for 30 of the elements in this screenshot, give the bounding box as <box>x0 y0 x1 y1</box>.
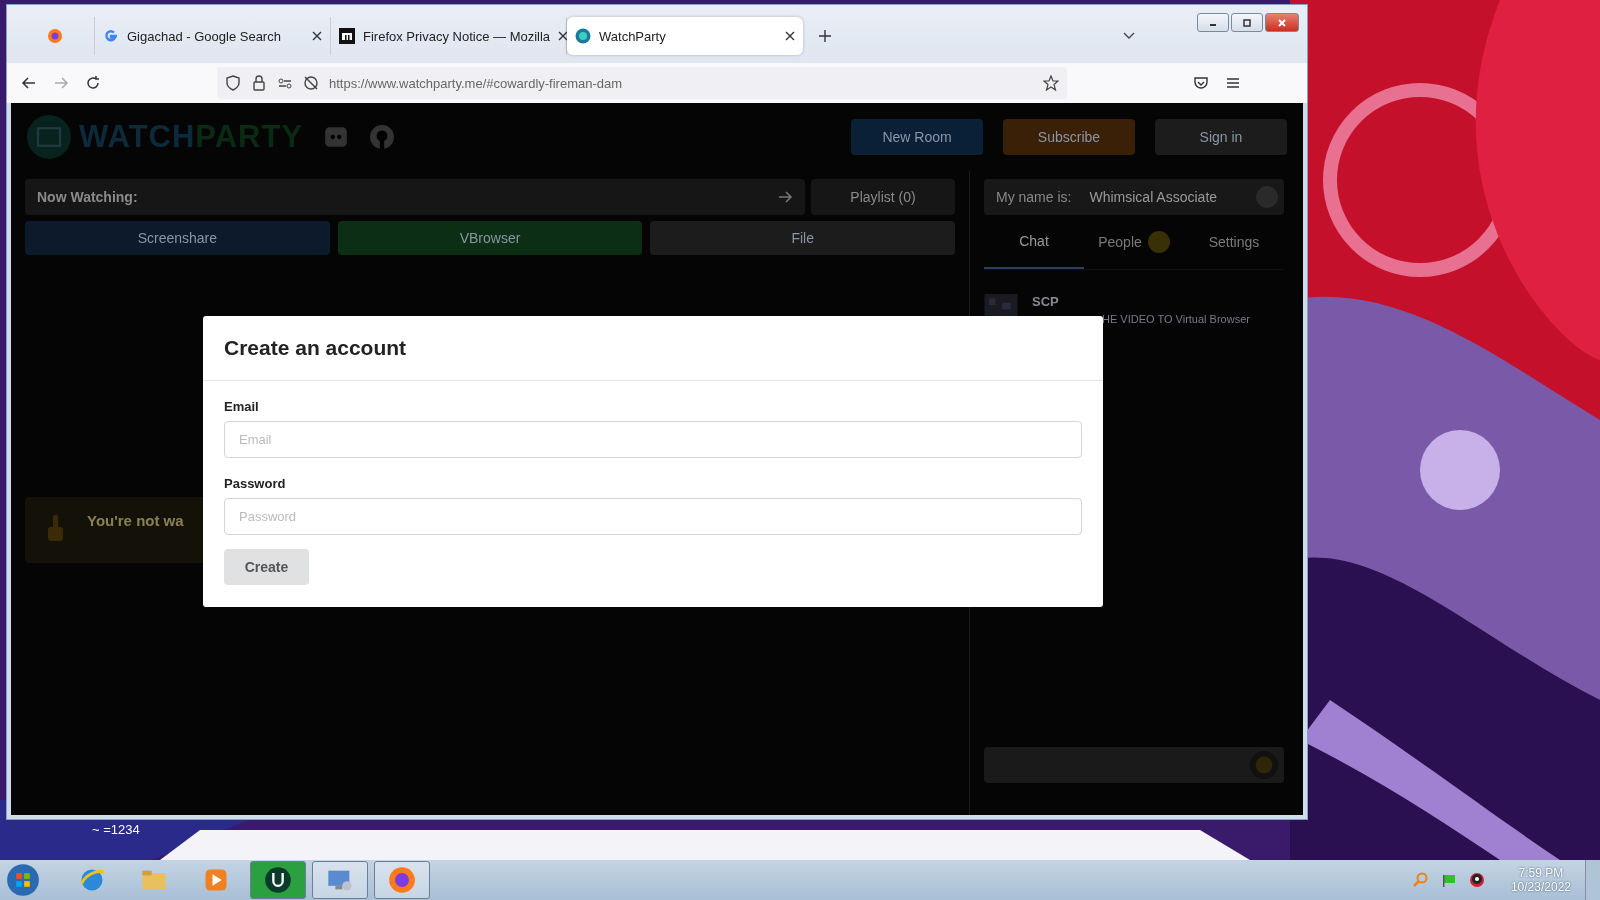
desktop-text: ~ =1234 <box>92 822 140 837</box>
source-button[interactable]: File <box>650 221 955 255</box>
browser-tab[interactable]: WatchParty <box>567 17 803 55</box>
name-field[interactable]: My name is: Whimsical Associate <box>984 179 1284 215</box>
input-field[interactable]: Email <box>224 421 1082 458</box>
source-button[interactable]: Screenshare <box>25 221 330 255</box>
now-watching-field[interactable]: Now Watching: <box>25 179 805 215</box>
tab-title: WatchParty <box>599 28 667 44</box>
header-button[interactable]: Subscribe <box>1003 119 1135 155</box>
sidebar-tab[interactable]: Chat <box>984 215 1084 269</box>
browser-tab[interactable]: Gigachad - Google Search <box>95 17 331 55</box>
tab-title: Gigachad - Google Search <box>127 28 282 44</box>
sidebar-tab[interactable]: Settings <box>1184 215 1284 269</box>
chat-username: SCP <box>1032 294 1060 309</box>
chat-message: HE VIDEO TO Virtual Browser <box>1102 313 1250 325</box>
input-field[interactable]: Password <box>224 498 1082 535</box>
url-text: https://www.watchparty.me/#cowardly-fireman-dam <box>329 75 623 91</box>
browser-tab[interactable]: Firefox Privacy Notice — Mozilla <box>331 17 567 55</box>
source-button[interactable]: VBrowser <box>337 221 643 255</box>
modal-title: Create an account <box>224 336 407 359</box>
field-label: Email <box>224 399 260 414</box>
sidebar-tab[interactable]: People <box>1084 215 1184 269</box>
address-bar[interactable]: https://www.watchparty.me/#cowardly-fireman-dam <box>217 67 1067 99</box>
create-button[interactable]: Create <box>224 549 309 585</box>
field-label: Password <box>224 476 287 491</box>
playlist-button[interactable]: Playlist (0) <box>811 179 955 215</box>
header-button[interactable]: New Room <box>851 119 983 155</box>
header-button[interactable]: Sign in <box>1155 119 1287 155</box>
tab-title: Firefox Privacy Notice — Mozilla <box>363 28 551 44</box>
alert-title: You're not wa <box>87 511 184 529</box>
